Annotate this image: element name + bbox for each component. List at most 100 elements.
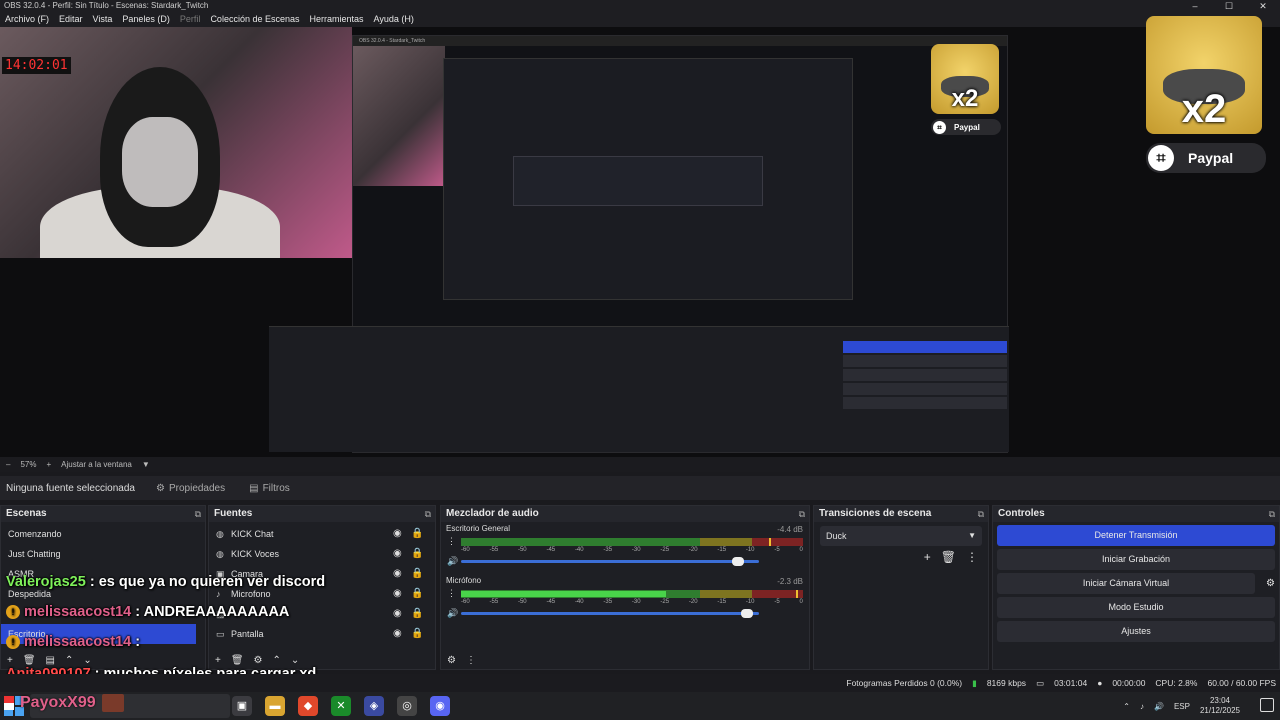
menu-perfil[interactable]: Perfil xyxy=(175,12,206,27)
tick-label: -25 xyxy=(660,547,670,553)
webcam-face xyxy=(122,117,198,207)
zoom-out-button[interactable]: – xyxy=(6,457,10,472)
menu-editar[interactable]: Editar xyxy=(54,12,88,27)
folder-icon[interactable]: ▬ xyxy=(265,696,285,716)
add-scene-button[interactable]: + xyxy=(7,655,13,666)
zoom-level: 57% xyxy=(20,460,37,469)
menu-paneles[interactable]: Paneles (D) xyxy=(117,12,175,27)
source-label: Microfono xyxy=(231,589,271,599)
mixer-menu-icon[interactable]: ⋮ xyxy=(466,655,476,666)
discord-icon[interactable]: ◉ xyxy=(430,696,450,716)
remove-transition-button[interactable]: 🗑 xyxy=(941,550,956,564)
speaker-icon[interactable]: 🔊 xyxy=(447,608,458,619)
monitor-icon: ▭ xyxy=(216,629,225,639)
move-down-button[interactable]: ⌄ xyxy=(291,655,299,666)
lock-icon[interactable]: 🔒 xyxy=(411,584,423,604)
lock-icon[interactable]: 🔒 xyxy=(411,524,423,544)
chevron-up-icon[interactable]: ⌃ xyxy=(1123,702,1130,711)
close-button[interactable]: ✕ xyxy=(1246,0,1280,12)
studio-mode-button[interactable]: Modo Estudio xyxy=(997,597,1275,618)
settings-button[interactable]: Ajustes xyxy=(997,621,1275,642)
eye-icon[interactable]: ◉ xyxy=(393,624,402,644)
volume-icon[interactable]: 🔊 xyxy=(1154,702,1164,711)
volume-slider[interactable] xyxy=(461,609,759,618)
add-transition-button[interactable]: + xyxy=(924,550,931,564)
mic-icon[interactable]: ♪ xyxy=(1140,702,1144,711)
language-indicator[interactable]: ESP xyxy=(1174,702,1190,711)
sources-header: Fuentes ⧉ xyxy=(209,506,435,522)
properties-button[interactable]: ⚙ Propiedades xyxy=(148,478,233,498)
slider-thumb[interactable] xyxy=(732,557,745,566)
tick-label: -45 xyxy=(546,599,556,605)
notification-icon[interactable] xyxy=(1260,698,1274,712)
remove-source-button[interactable]: 🗑 xyxy=(231,655,244,666)
channel-name: Micrófono xyxy=(446,576,482,585)
move-down-button[interactable]: ⌄ xyxy=(83,655,91,666)
taskbar-clock[interactable]: 23:04 21/12/2025 xyxy=(1200,696,1240,716)
obs-icon[interactable]: ◎ xyxy=(397,696,417,716)
volume-slider[interactable] xyxy=(461,557,759,566)
lock-icon[interactable]: 🔒 xyxy=(411,564,423,584)
source-item[interactable]: ◍ KICK Voces ◉ 🔒 xyxy=(209,544,435,564)
menu-coleccion-escenas[interactable]: Colección de Escenas xyxy=(205,12,304,27)
eye-icon[interactable]: ◉ xyxy=(393,584,402,604)
channel-menu-icon[interactable]: ⋮ xyxy=(447,588,456,599)
channel-menu-icon[interactable]: ⋮ xyxy=(447,536,456,547)
fps: 60.00 / 60.00 FPS xyxy=(1207,678,1276,688)
mixer-settings-icon[interactable]: ⚙ xyxy=(447,655,456,666)
zoom-in-button[interactable]: + xyxy=(46,457,51,472)
xbox-icon[interactable]: ✕ xyxy=(331,696,351,716)
filters-button[interactable]: ▤ Filtros xyxy=(241,478,298,498)
scene-item[interactable]: Comenzando xyxy=(1,524,205,544)
eye-icon[interactable]: ◉ xyxy=(393,544,402,564)
remove-scene-button[interactable]: 🗑 xyxy=(23,655,36,666)
speaker-icon[interactable]: 🔊 xyxy=(447,556,458,567)
start-recording-button[interactable]: Iniciar Grabación xyxy=(997,549,1275,570)
stop-streaming-button[interactable]: Detener Transmisión xyxy=(997,525,1275,546)
move-up-button[interactable]: ⌃ xyxy=(273,655,281,666)
nested-studio-button xyxy=(843,383,1007,395)
lock-icon[interactable]: 🔒 xyxy=(411,624,423,644)
fit-to-window[interactable]: Ajustar a la ventana xyxy=(61,457,132,472)
virtual-camera-button[interactable]: Iniciar Cámara Virtual ⚙ xyxy=(997,573,1275,594)
eye-icon[interactable]: ◉ xyxy=(393,604,402,624)
system-tray: ⌃ ♪ 🔊 ESP 23:04 21/12/2025 xyxy=(1123,692,1240,720)
scene-item[interactable]: Just Chatting xyxy=(1,544,205,564)
lock-icon[interactable]: 🔒 xyxy=(411,604,423,624)
add-source-button[interactable]: + xyxy=(215,655,221,666)
menu-archivo[interactable]: Archivo (F) xyxy=(0,12,54,27)
source-settings-button[interactable]: ⚙ xyxy=(254,655,263,666)
eye-icon[interactable]: ◉ xyxy=(393,564,402,584)
source-item[interactable]: ▭ Pantalla ◉ 🔒 xyxy=(209,624,435,644)
preview-toolbar: – 57% + Ajustar a la ventana ▼ xyxy=(0,457,1280,472)
menu-herramientas[interactable]: Herramientas xyxy=(305,12,369,27)
task-view-icon[interactable]: ▣ xyxy=(232,696,252,716)
maximize-button[interactable]: ☐ xyxy=(1212,0,1246,12)
gear-icon[interactable]: ⚙ xyxy=(1266,573,1275,594)
scene-filters-button[interactable]: ▤ xyxy=(46,655,55,666)
undock-icon[interactable]: ⧉ xyxy=(1269,506,1275,522)
menu-ayuda[interactable]: Ayuda (H) xyxy=(369,12,419,27)
undock-icon[interactable]: ⧉ xyxy=(195,506,201,522)
undock-icon[interactable]: ⧉ xyxy=(978,506,984,522)
volume-meter xyxy=(461,538,803,546)
eye-icon[interactable]: ◉ xyxy=(393,524,402,544)
slider-thumb[interactable] xyxy=(741,609,754,618)
undock-icon[interactable]: ⧉ xyxy=(799,506,805,522)
source-item[interactable]: ◍ KICK Chat ◉ 🔒 xyxy=(209,524,435,544)
move-up-button[interactable]: ⌃ xyxy=(65,655,73,666)
brave-icon[interactable]: ◆ xyxy=(298,696,318,716)
filters-label: Filtros xyxy=(262,482,290,494)
audio-mixer-dock: Mezclador de audio ⧉ Escritorio General -… xyxy=(440,505,810,670)
app-icon[interactable]: ◈ xyxy=(364,696,384,716)
lock-icon[interactable]: 🔒 xyxy=(411,544,423,564)
undock-icon[interactable]: ⧉ xyxy=(425,506,431,522)
meter-yellow-zone xyxy=(700,538,752,546)
minimize-button[interactable]: – xyxy=(1178,0,1212,12)
sources-title: Fuentes xyxy=(214,508,253,519)
transition-select[interactable]: Duck ▼ xyxy=(820,526,982,546)
transition-menu-icon[interactable]: ⋮ xyxy=(966,550,978,564)
menu-vista[interactable]: Vista xyxy=(88,12,118,27)
nested-dock xyxy=(269,326,1009,452)
chevron-down-icon[interactable]: ▼ xyxy=(142,457,150,472)
